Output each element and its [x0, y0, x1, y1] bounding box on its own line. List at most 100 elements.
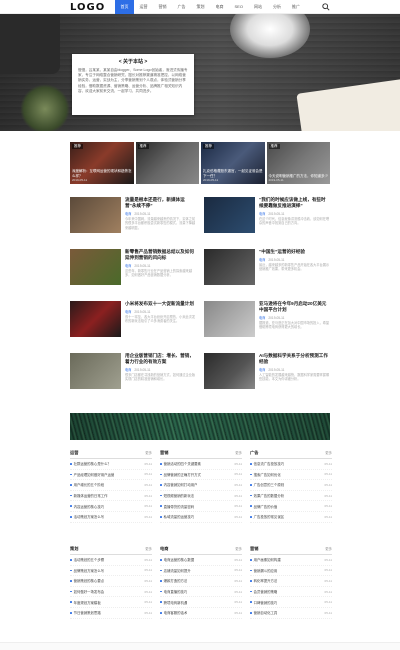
list-item[interactable]: 广告投放的常见误区 05-11: [250, 512, 332, 523]
list-item[interactable]: 电商运营的核心数据 05-11: [160, 555, 242, 566]
list-item[interactable]: 爆款打造的方法 05-11: [160, 576, 242, 587]
list-item[interactable]: 如何做好一场发布会 05-11: [70, 587, 152, 598]
list-item[interactable]: 店铺流量如何提升 05-11: [160, 566, 242, 577]
article-item[interactable]: AI与数据科学关系于分析预测工作经验 电商 2019-05-11 人工智能的发展越来越…: [204, 353, 330, 405]
list-item-title[interactable]: 营销漏斗的应用: [250, 568, 278, 573]
column-title[interactable]: 电商: [160, 546, 168, 552]
article-title[interactable]: AI与数据科学关系于分析预测工作经验: [259, 353, 330, 365]
list-item[interactable]: 电商直播的技巧 05-11: [160, 587, 242, 598]
list-item[interactable]: 新媒体运营的日常工作 05-11: [70, 491, 152, 502]
nav-item[interactable]: 分析: [267, 0, 286, 14]
article-thumbnail[interactable]: [70, 301, 121, 337]
article-item[interactable]: “我们的时候应该做上线，有些时候要靠做反推进演绎” 电商 2019-05-11 在这个…: [204, 197, 330, 249]
featured-title[interactable]: 深度解析：互联网运营的现状和趋势怎么样？: [72, 169, 132, 178]
article-title[interactable]: “中国生”运营的好经验: [259, 249, 330, 255]
featured-card[interactable]: 推荐 扎克伯格遭股东逼宫，一起见证谁会是下一任？ 2019-05-11: [201, 142, 265, 184]
list-item-title[interactable]: 直播带货的流量密码: [160, 504, 195, 509]
list-item[interactable]: 效果广告的数据分析 05-11: [250, 491, 332, 502]
list-item-title[interactable]: 活动策划的五个步骤: [70, 557, 105, 562]
list-item-title[interactable]: 用户增长的五个阶段: [70, 482, 105, 487]
list-item[interactable]: 用户画像如何构建 05-11: [250, 555, 332, 566]
article-item[interactable]: “中国生”运营的好经验 电商 2019-05-11 最近，越来越多的新零售产品开始在各…: [204, 249, 330, 301]
list-item-title[interactable]: 电商客服的话术: [160, 610, 188, 615]
article-item[interactable]: 新零售产品营销数据总结以及如何延伸到营销的风向标 电商 2019-05-11 这些年，…: [70, 249, 196, 301]
nav-item[interactable]: 首页: [115, 0, 134, 14]
list-item[interactable]: 电商客服的话术 05-11: [160, 608, 242, 619]
list-item-title[interactable]: 用户画像如何构建: [250, 557, 281, 562]
column-title[interactable]: 广告: [250, 450, 258, 456]
article-thumbnail[interactable]: [204, 197, 255, 233]
list-item[interactable]: 节日营销策划思路 05-11: [70, 608, 152, 619]
list-item-title[interactable]: 新媒体运营的日常工作: [70, 493, 108, 498]
list-item[interactable]: 品牌策划方案怎么写 05-11: [70, 566, 152, 577]
list-item-title[interactable]: 会员营销的策略: [250, 589, 278, 594]
nav-item[interactable]: 广告: [172, 0, 191, 14]
list-item-title[interactable]: 短视频营销的新玩法: [160, 493, 195, 498]
list-item[interactable]: 营销自动化工具 05-11: [250, 608, 332, 619]
article-title[interactable]: 用企业版营销门店：增长、营销，着力行业的有效方案: [125, 353, 196, 365]
article-category[interactable]: 电商: [125, 368, 131, 372]
article-title[interactable]: 新零售产品营销数据总结以及如何延伸到营销的风向标: [125, 249, 196, 261]
more-link[interactable]: 更多: [325, 450, 332, 456]
nav-item[interactable]: SEO: [229, 0, 248, 14]
column-title[interactable]: 营销: [250, 546, 258, 552]
article-thumbnail[interactable]: [70, 197, 121, 233]
list-item-title[interactable]: 内容运营的核心技巧: [70, 504, 105, 509]
list-item-title[interactable]: 爆款打造的方法: [160, 578, 188, 583]
list-item-title[interactable]: 营销自动化工具: [250, 610, 278, 615]
list-item[interactable]: 产品经理如何做好用户运营 05-11: [70, 470, 152, 481]
article-category[interactable]: 电商: [125, 212, 131, 216]
list-item-title[interactable]: 节日营销策划思路: [70, 610, 101, 615]
nav-item[interactable]: 电商: [210, 0, 229, 14]
featured-title[interactable]: 扎克伯格遭股东逼宫，一起见证谁会是下一任？: [203, 169, 263, 178]
list-item[interactable]: 品牌广告的价值 05-11: [250, 501, 332, 512]
featured-card[interactable]: 推荐 深度解析：互联网运营的现状和趋势怎么样？ 2019-05-11: [70, 142, 134, 184]
site-logo[interactable]: LOGO: [70, 2, 105, 13]
featured-card[interactable]: 推荐: [135, 142, 199, 184]
list-item[interactable]: 会员营销的策略 05-11: [250, 587, 332, 598]
list-item[interactable]: 活动策划方案怎么写 05-11: [70, 512, 152, 523]
article-thumbnail[interactable]: [204, 301, 255, 337]
list-item-title[interactable]: 社群运营的核心是什么？: [70, 461, 111, 466]
search-icon[interactable]: [322, 3, 330, 11]
article-item[interactable]: 小米将发布双十一大促新流量计划 电商 2019-05-11 双十一将至，各大平台纷纷开…: [70, 301, 196, 353]
list-item[interactable]: 营销策划的核心要点 05-11: [70, 576, 152, 587]
more-link[interactable]: 更多: [325, 546, 332, 552]
list-item-title[interactable]: 口碑营销的技巧: [250, 600, 278, 605]
article-thumbnail[interactable]: [70, 249, 121, 285]
list-item[interactable]: 短视频营销的新玩法 05-11: [160, 491, 242, 502]
list-item-title[interactable]: 广告创意的三个原则: [250, 482, 285, 487]
list-item-title[interactable]: 品牌策划方案怎么写: [70, 568, 105, 573]
article-category[interactable]: 电商: [259, 316, 265, 320]
more-link[interactable]: 更多: [145, 450, 152, 456]
article-thumbnail[interactable]: [204, 249, 255, 285]
list-item[interactable]: 直播带货的流量密码 05-11: [160, 501, 242, 512]
list-item[interactable]: 品牌营销的正确打开方式 05-11: [160, 470, 242, 481]
list-item-title[interactable]: 如何做好一场发布会: [70, 589, 105, 594]
list-item-title[interactable]: 效果广告的数据分析: [250, 493, 285, 498]
article-thumbnail[interactable]: [204, 353, 255, 389]
ad-banner[interactable]: [70, 413, 330, 440]
list-item[interactable]: 搜索广告如何优化 05-11: [250, 470, 332, 481]
column-title[interactable]: 运营: [70, 450, 78, 456]
more-link[interactable]: 更多: [235, 450, 242, 456]
article-category[interactable]: 电商: [259, 368, 265, 372]
list-item[interactable]: 社群运营的核心是什么？ 05-11: [70, 459, 152, 470]
list-item-title[interactable]: 产品经理如何做好用户运营: [70, 472, 115, 477]
nav-item[interactable]: 策划: [191, 0, 210, 14]
nav-item[interactable]: 运营: [134, 0, 153, 14]
list-item[interactable]: 转化率提升方法 05-11: [250, 576, 332, 587]
nav-item[interactable]: 网站: [248, 0, 267, 14]
article-category[interactable]: 电商: [259, 212, 265, 216]
list-item-title[interactable]: 营销活动的四个关键要素: [160, 461, 201, 466]
list-item-title[interactable]: 广告投放的常见误区: [250, 514, 285, 519]
list-item-title[interactable]: 跨境电商新机遇: [160, 600, 188, 605]
list-item-title[interactable]: 电商直播的技巧: [160, 589, 188, 594]
article-category[interactable]: 电商: [125, 310, 131, 314]
article-item[interactable]: 流量是根本还是行，新媒体运营“永续不停” 电商 2019-05-11 今年来中国网，流…: [70, 197, 196, 249]
article-category[interactable]: 电商: [125, 264, 131, 268]
list-item-title[interactable]: 年度规划方案模板: [70, 600, 101, 605]
article-title[interactable]: 流量是根本还是行，新媒体运营“永续不停”: [125, 197, 196, 209]
more-link[interactable]: 更多: [145, 546, 152, 552]
list-item-title[interactable]: 转化率提升方法: [250, 578, 278, 583]
